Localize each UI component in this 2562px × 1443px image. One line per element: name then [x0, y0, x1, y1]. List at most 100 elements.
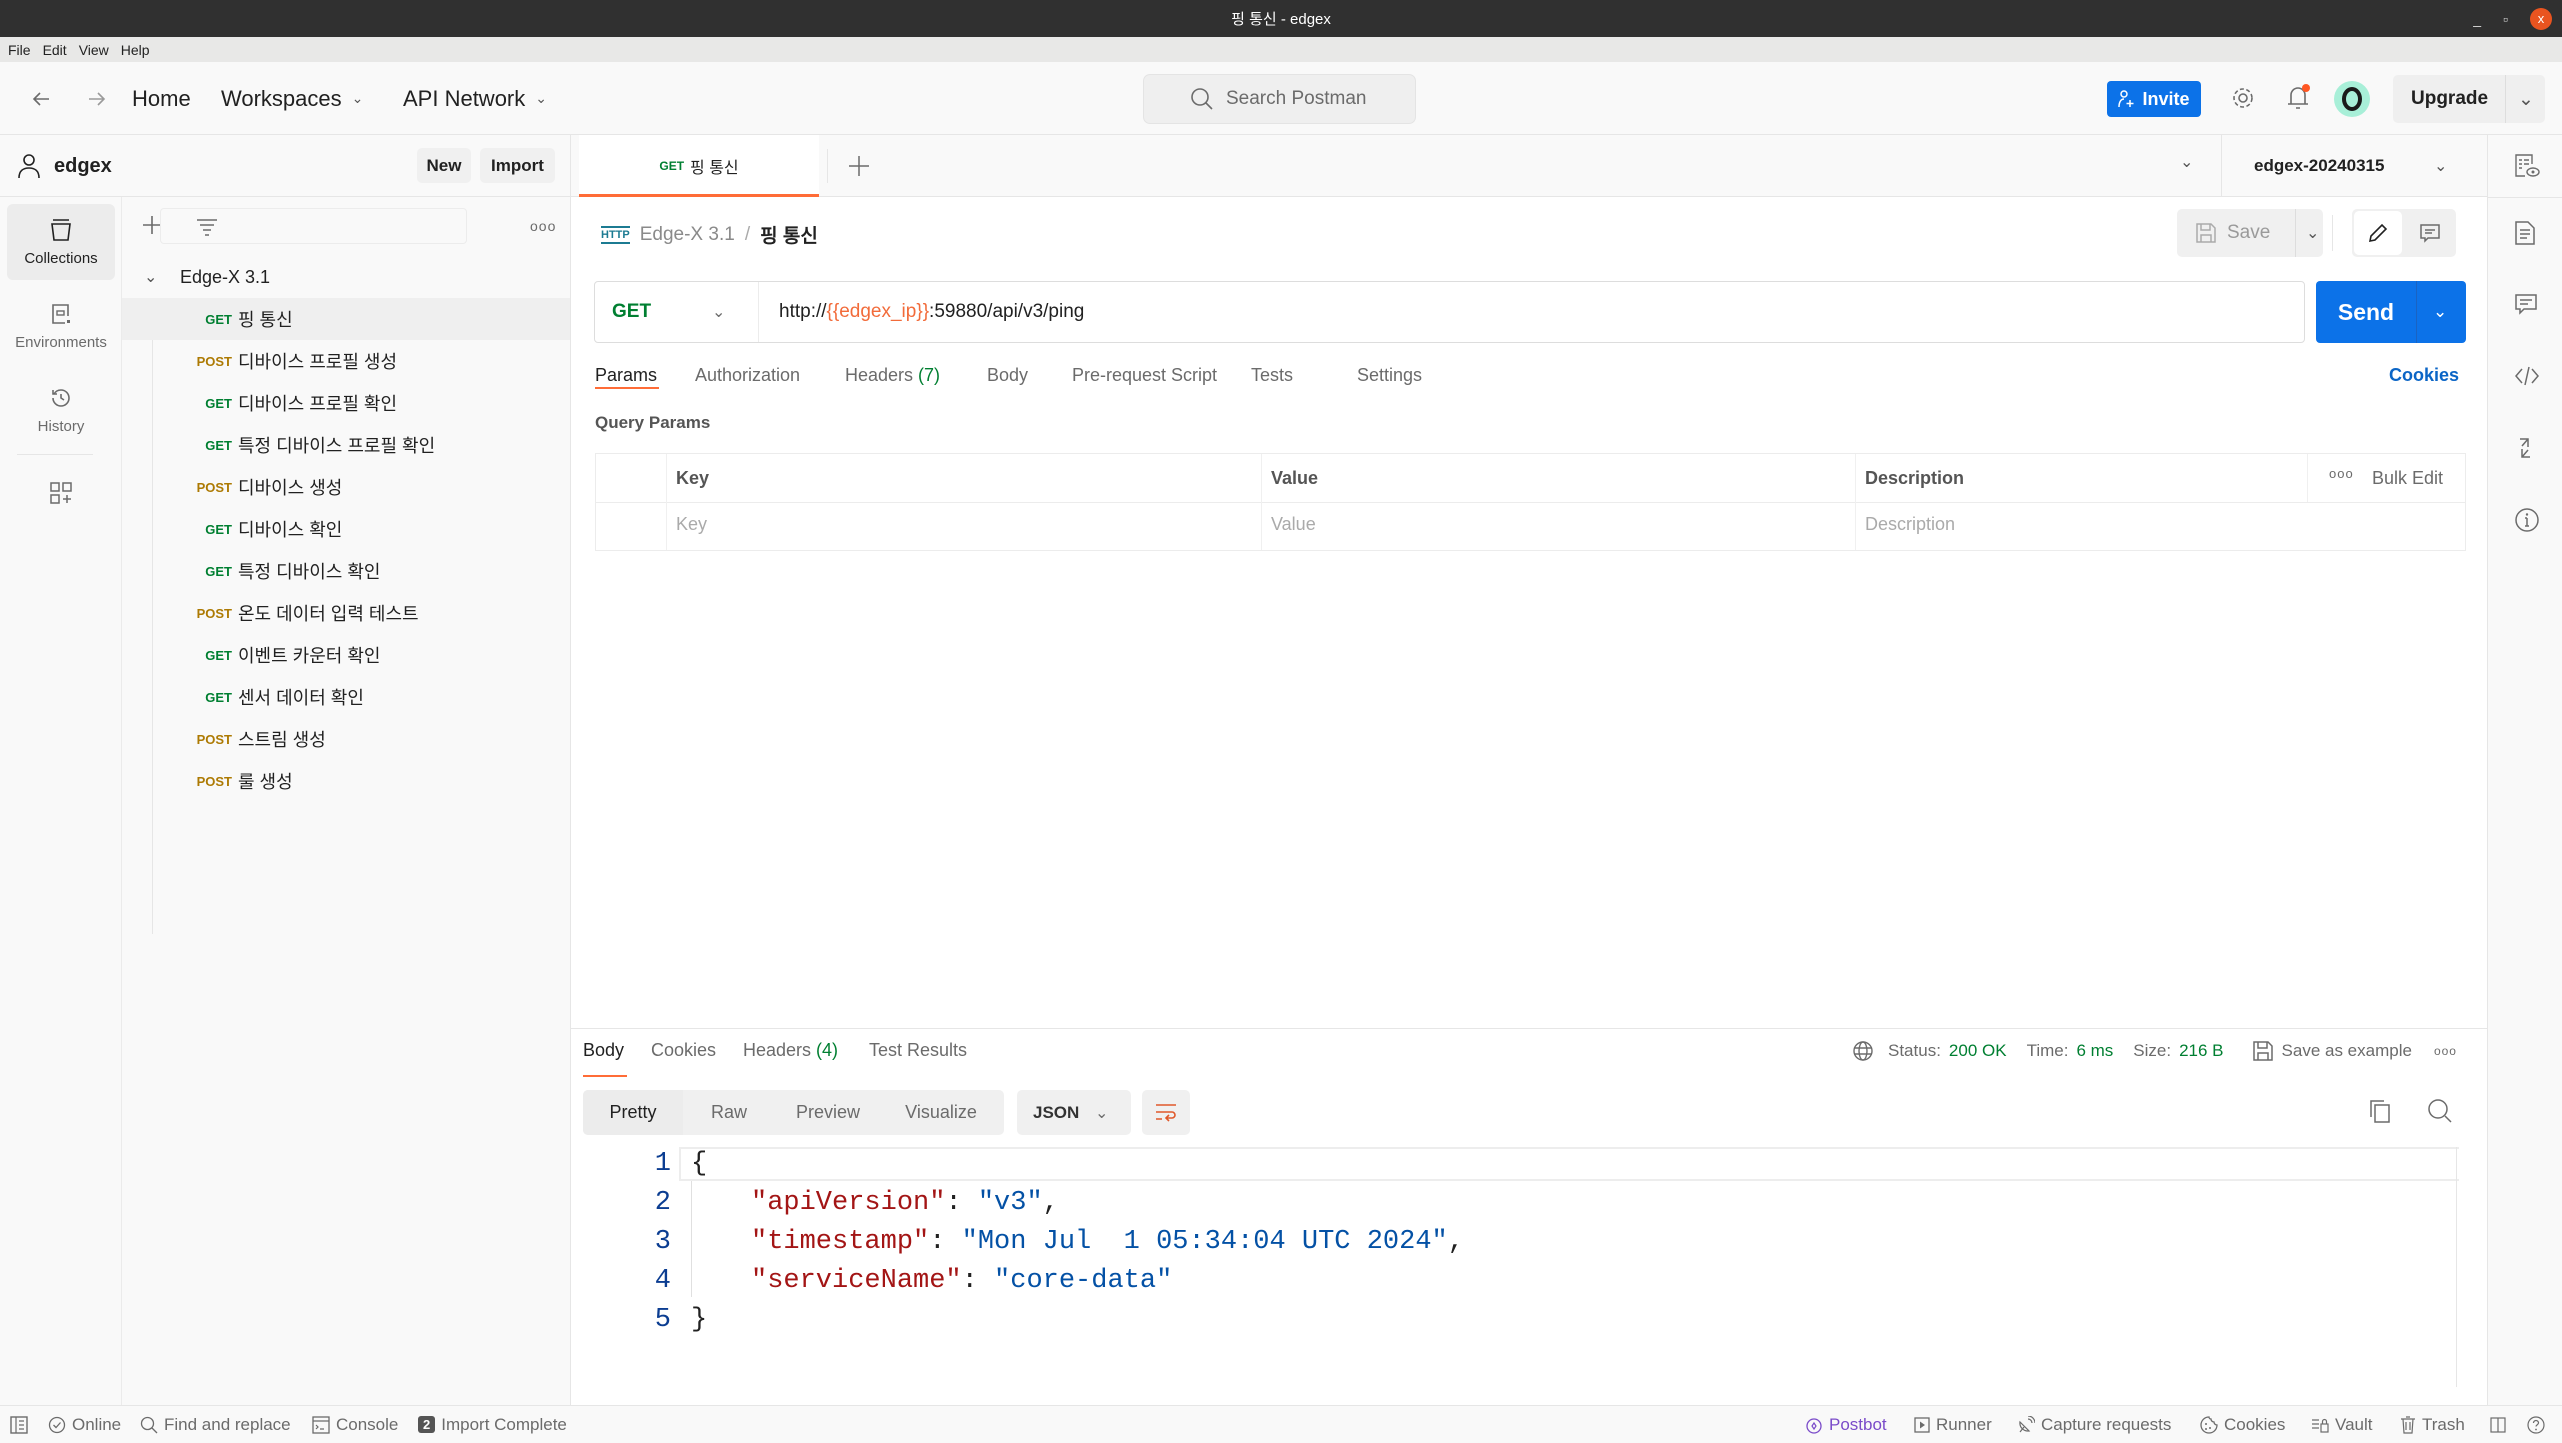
save-as-example-button[interactable]: Save as example: [2252, 1040, 2412, 1062]
vault-button[interactable]: Vault: [2311, 1406, 2373, 1443]
request-tab[interactable]: Body: [987, 365, 1028, 386]
search-input[interactable]: Search Postman: [1143, 74, 1416, 124]
close-button[interactable]: x: [2530, 7, 2552, 30]
collection-edge-x[interactable]: ⌄ Edge-X 3.1: [122, 256, 570, 298]
sidebar-request-item[interactable]: GET 특정 디바이스 확인: [122, 550, 570, 592]
send-button[interactable]: Send ⌄: [2316, 281, 2466, 343]
copy-button[interactable]: [2368, 1098, 2392, 1124]
sidebar-request-item[interactable]: GET 이벤트 카운터 확인: [122, 634, 570, 676]
globe-icon[interactable]: [1852, 1040, 1874, 1062]
view-mode-preview[interactable]: Preview: [775, 1090, 881, 1135]
environment-quick-look-button[interactable]: [2514, 153, 2540, 177]
request-tab[interactable]: Params: [595, 365, 657, 386]
sidebar-request-item[interactable]: POST 디바이스 생성: [122, 466, 570, 508]
invite-button[interactable]: Invite: [2107, 81, 2201, 117]
request-tab[interactable]: Pre-request Script: [1072, 365, 1217, 386]
comments-button[interactable]: [2514, 292, 2538, 316]
online-status[interactable]: Online: [48, 1406, 121, 1443]
more-options-icon[interactable]: ooo: [2329, 466, 2354, 481]
edit-mode-button[interactable]: [2354, 211, 2402, 255]
documentation-button[interactable]: [2514, 220, 2538, 245]
sidebar-request-item[interactable]: POST 디바이스 프로필 생성: [122, 340, 570, 382]
code-snippet-button[interactable]: [2514, 364, 2539, 388]
trash-button[interactable]: Trash: [2400, 1406, 2465, 1443]
time-value[interactable]: 6 ms: [2076, 1041, 2113, 1061]
response-tab[interactable]: Cookies: [651, 1040, 716, 1061]
more-options-icon[interactable]: ooo: [2434, 1044, 2457, 1058]
request-tab[interactable]: Tests: [1251, 365, 1293, 386]
tabs-overflow-chevron-icon[interactable]: ⌄: [2180, 152, 2193, 172]
key-input[interactable]: Key: [676, 514, 707, 535]
send-options-chevron-icon[interactable]: ⌄: [2416, 281, 2447, 343]
upgrade-button[interactable]: Upgrade ⌄: [2393, 75, 2545, 123]
breadcrumb-request[interactable]: 핑 통신: [760, 221, 818, 248]
editor-scrollbar[interactable]: [2456, 1147, 2457, 1387]
response-tab[interactable]: Body: [583, 1040, 624, 1061]
avatar[interactable]: [2334, 81, 2370, 117]
sidebar-request-item[interactable]: POST 룰 생성: [122, 760, 570, 802]
more-options-icon[interactable]: ooo: [530, 218, 556, 234]
sidebar-request-item[interactable]: GET 특정 디바이스 프로필 확인: [122, 424, 570, 466]
cookies-link[interactable]: Cookies: [2389, 365, 2459, 386]
view-mode-raw[interactable]: Raw: [683, 1090, 775, 1135]
forward-button[interactable]: [86, 62, 108, 135]
find-replace-button[interactable]: Find and replace: [140, 1406, 291, 1443]
back-button[interactable]: [30, 62, 52, 135]
request-tab[interactable]: Headers (7): [845, 365, 940, 386]
filter-input[interactable]: [160, 208, 467, 244]
capture-requests-button[interactable]: Capture requests: [2017, 1406, 2171, 1443]
sidebar-request-item[interactable]: GET 핑 통신: [122, 298, 570, 340]
menu-view[interactable]: View: [79, 42, 109, 58]
workspace-header[interactable]: edgex: [18, 153, 112, 179]
console-button[interactable]: Console: [312, 1406, 398, 1443]
sidebar-request-item[interactable]: GET 디바이스 확인: [122, 508, 570, 550]
postbot-button[interactable]: Postbot: [1805, 1406, 1887, 1443]
request-tab[interactable]: Authorization: [695, 365, 800, 386]
menu-file[interactable]: File: [8, 42, 31, 58]
bulk-edit-button[interactable]: Bulk Edit: [2372, 468, 2443, 489]
sidebar-item-environments[interactable]: Environments: [7, 288, 115, 364]
chevron-down-icon[interactable]: ⌄: [2505, 75, 2534, 123]
workspaces-menu[interactable]: Workspaces ⌄: [221, 62, 363, 135]
environment-selector[interactable]: edgex-20240315 ⌄: [2221, 135, 2461, 197]
menu-edit[interactable]: Edit: [43, 42, 67, 58]
comment-mode-button[interactable]: [2408, 211, 2452, 255]
breadcrumb-collection[interactable]: Edge-X 3.1: [640, 224, 735, 246]
two-pane-toggle[interactable]: [2490, 1406, 2506, 1443]
toggle-sidebar-button[interactable]: [10, 1406, 28, 1443]
settings-button[interactable]: [2230, 85, 2256, 111]
format-selector[interactable]: JSON ⌄: [1017, 1090, 1131, 1135]
runner-button[interactable]: Runner: [1914, 1406, 1992, 1443]
new-button[interactable]: New: [417, 148, 471, 183]
configure-sidebar-button[interactable]: [49, 481, 73, 505]
info-button[interactable]: [2514, 507, 2539, 532]
value-input[interactable]: Value: [1271, 514, 1316, 535]
menu-help[interactable]: Help: [121, 42, 150, 58]
url-input[interactable]: http://{{edgex_ip}}:59880/api/v3/ping: [779, 301, 1084, 323]
method-selector[interactable]: GET ⌄: [595, 282, 759, 342]
chevron-down-icon[interactable]: ⌄: [2295, 209, 2319, 257]
api-network-menu[interactable]: API Network ⌄: [403, 62, 547, 135]
import-status[interactable]: 2 Import Complete: [418, 1406, 567, 1443]
save-button[interactable]: Save ⌄: [2177, 209, 2323, 257]
view-mode-pretty[interactable]: Pretty: [583, 1090, 683, 1135]
view-mode-visualize[interactable]: Visualize: [881, 1090, 1001, 1135]
sidebar-request-item[interactable]: POST 온도 데이터 입력 테스트: [122, 592, 570, 634]
maximize-button[interactable]: ▫: [2503, 11, 2508, 27]
new-tab-button[interactable]: [848, 155, 870, 177]
tab-ping[interactable]: GET 핑 통신: [579, 135, 819, 197]
help-button[interactable]: [2527, 1406, 2545, 1443]
sidebar-request-item[interactable]: GET 디바이스 프로필 확인: [122, 382, 570, 424]
notifications-button[interactable]: [2285, 84, 2311, 112]
home-link[interactable]: Home: [132, 62, 191, 135]
request-tab[interactable]: Settings: [1357, 365, 1422, 386]
description-input[interactable]: Description: [1865, 514, 1955, 535]
sidebar-request-item[interactable]: POST 스트림 생성: [122, 718, 570, 760]
related-collections-button[interactable]: [2514, 436, 2538, 460]
add-collection-button[interactable]: [142, 215, 162, 235]
search-response-button[interactable]: [2427, 1098, 2453, 1124]
chevron-down-icon[interactable]: ⌄: [144, 267, 180, 287]
sidebar-request-item[interactable]: GET 센서 데이터 확인: [122, 676, 570, 718]
response-tab[interactable]: Test Results: [869, 1040, 967, 1061]
wrap-lines-button[interactable]: [1142, 1090, 1190, 1135]
